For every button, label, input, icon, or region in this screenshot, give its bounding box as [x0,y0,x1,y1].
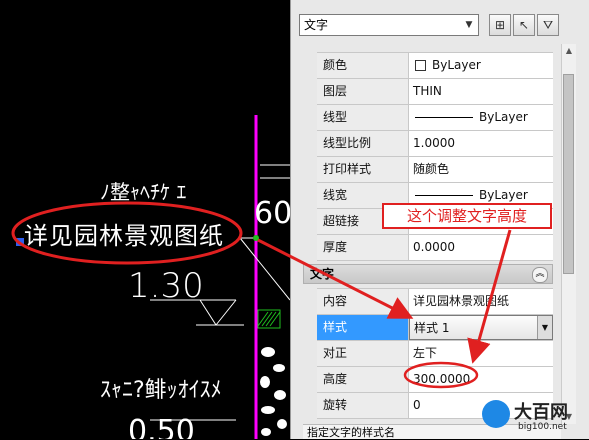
prop-row-height[interactable]: 高度 300.0000 [317,367,553,393]
color-swatch-icon [415,60,426,71]
prop-key: 样式 [317,315,409,340]
drawing-canvas[interactable]: ﾉ整ｬﾍﾁｹ ｴ 详见园林景观图纸 1.30 ｽｬﾆ?鲱ｯｵｲｽﾒ 0.50 6… [0,0,290,439]
prop-row-plotstyle[interactable]: 打印样式 随颜色 [317,157,553,183]
prop-row-contents[interactable]: 内容 详见园林景观图纸 [317,289,553,315]
watermark-logo-icon [482,400,510,428]
prop-key: 高度 [317,367,409,392]
text-section-header[interactable]: 文字 ︽ [303,264,553,284]
prop-key: 厚度 [317,235,409,260]
object-type-select[interactable]: 文字 ▼ [299,14,479,36]
object-type-value: 文字 [304,18,329,32]
select-objects-icon[interactable]: ↖ [513,14,535,36]
prop-row-linetype[interactable]: 线型 ByLayer [317,105,553,131]
watermark-title: 大百网 [514,402,568,423]
prop-value-text: ByLayer [479,188,528,202]
prop-value-text: ByLayer [432,58,481,72]
cad-text-main[interactable]: 详见园林景观图纸 [24,216,224,251]
dimension-text: 1.30 [128,266,204,306]
cad-text-side: 60 [254,196,290,231]
collapse-icon[interactable]: ︽ [532,267,548,283]
watermark-url: big100.net [518,422,567,432]
section-title: 文字 [310,267,335,281]
prop-value[interactable]: 随颜色 [409,157,553,182]
dimension-text-lower: 0.50 [128,414,195,439]
linetype-sample [415,117,473,118]
height-value[interactable]: 300.0000 [409,367,553,392]
prop-value[interactable]: THIN [409,79,553,104]
prop-value[interactable]: 详见园林景观图纸 [409,289,553,314]
prop-key: 线型比例 [317,131,409,156]
prop-key: 内容 [317,289,409,314]
prop-row-thickness[interactable]: 厚度 0.0000 [317,235,553,261]
scroll-up-icon[interactable]: ▲ [562,44,576,58]
quick-select-icon[interactable]: ⊞ [489,14,511,36]
prop-row-style[interactable]: 样式 样式 1 ▼ [317,315,553,341]
prop-key: 旋转 [317,393,409,418]
prop-value-text: ByLayer [479,110,528,124]
prop-value[interactable]: 0.0000 [409,235,553,260]
prop-value[interactable]: 左下 [409,341,553,366]
insertion-grip [253,235,259,241]
prop-row-color[interactable]: 颜色 ByLayer [317,53,553,79]
cad-text-upper: ﾉ整ｬﾍﾁｹ ｴ [100,180,187,204]
prop-value[interactable]: 1.0000 [409,131,553,156]
prop-key: 对正 [317,341,409,366]
hatch-box [257,309,281,329]
prop-row-justify[interactable]: 对正 左下 [317,341,553,367]
chevron-down-icon[interactable]: ▼ [462,15,476,35]
prop-key: 颜色 [317,53,409,78]
chevron-down-icon[interactable]: ▼ [537,316,552,339]
style-select[interactable]: 样式 1 ▼ [409,315,553,340]
prop-row-layer[interactable]: 图层 THIN [317,79,553,105]
general-properties-grid: 颜色 ByLayer 图层 THIN 线型 ByLayer 线型比例 1.000… [317,52,553,261]
lineweight-sample [415,195,473,196]
hatch-lines [257,311,281,327]
prop-key: 打印样式 [317,157,409,182]
prop-value[interactable]: ByLayer [409,105,553,130]
cad-text-lower: ｽｬﾆ?鲱ｯｵｲｽﾒ [100,378,222,403]
pickadd-icon[interactable]: ⛛ [537,14,559,36]
prop-row-ltscale[interactable]: 线型比例 1.0000 [317,131,553,157]
prop-value[interactable]: ByLayer [409,53,553,78]
watermark: 大百网 big100.net [482,398,586,436]
panel-scrollbar[interactable]: ▲ ▼ [561,44,576,424]
style-select-value: 样式 1 [414,321,450,335]
prop-key: 线型 [317,105,409,130]
scroll-thumb[interactable] [563,74,574,274]
callout-label: 这个调整文字高度 [382,203,552,229]
prop-key: 图层 [317,79,409,104]
rubble-hatch [260,347,287,436]
